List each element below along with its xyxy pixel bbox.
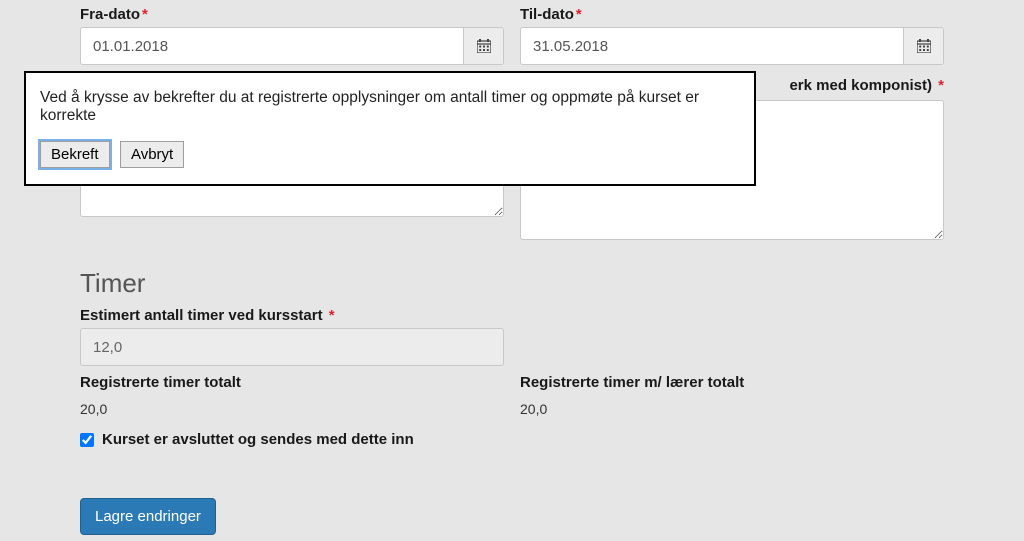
reg-teacher-label: Registrerte timer m/ lærer totalt xyxy=(520,374,944,391)
section-title-timer: Timer xyxy=(80,268,944,299)
est-hours-label: Estimert antall timer ved kursstart * xyxy=(80,307,504,324)
to-date-calendar-button[interactable] xyxy=(903,28,943,64)
cancel-button[interactable]: Avbryt xyxy=(120,141,184,168)
reg-teacher-value: 20,0 xyxy=(520,401,944,417)
to-date-input[interactable] xyxy=(521,28,903,64)
course-finished-label: Kurset er avsluttet og sendes med dette … xyxy=(102,431,414,448)
to-date-input-group xyxy=(520,27,944,65)
est-hours-input[interactable] xyxy=(80,328,504,366)
from-date-input[interactable] xyxy=(81,28,463,64)
confirm-popup: Ved å krysse av bekrefter du at registre… xyxy=(24,71,756,186)
calendar-icon xyxy=(917,39,931,53)
from-date-label: Fra-dato* xyxy=(80,6,504,23)
to-date-label: Til-dato* xyxy=(520,6,944,23)
confirm-popup-text: Ved å krysse av bekrefter du at registre… xyxy=(40,89,740,125)
right-textarea-partial-label: erk med komponist) * xyxy=(789,77,944,94)
save-button[interactable]: Lagre endringer xyxy=(80,498,216,535)
confirm-button[interactable]: Bekreft xyxy=(40,141,110,168)
from-date-calendar-button[interactable] xyxy=(463,28,503,64)
calendar-icon xyxy=(477,39,491,53)
course-finished-checkbox[interactable] xyxy=(80,433,94,447)
reg-total-value: 20,0 xyxy=(80,401,504,417)
from-date-input-group xyxy=(80,27,504,65)
reg-total-label: Registrerte timer totalt xyxy=(80,374,504,391)
